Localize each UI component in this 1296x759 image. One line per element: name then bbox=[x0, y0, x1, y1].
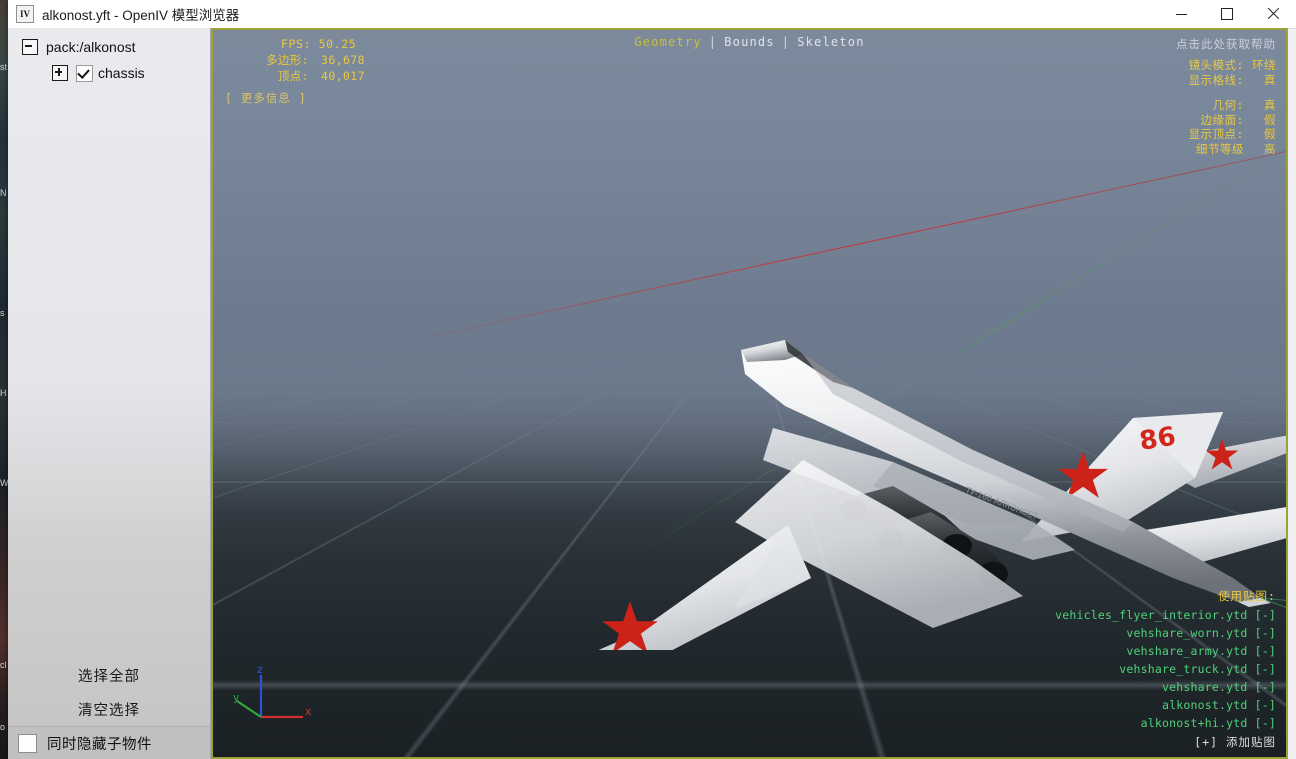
edge-faces-value: 假 bbox=[1264, 112, 1276, 127]
tab-bounds[interactable]: Bounds bbox=[724, 35, 775, 49]
close-icon bbox=[1267, 8, 1279, 20]
openiv-app-icon: IV bbox=[16, 5, 34, 23]
collapse-minus-icon[interactable] bbox=[22, 39, 38, 55]
texture-list-overlay[interactable]: 使用贴图: vehicles_flyer_interior.ytd [-] ve… bbox=[1055, 587, 1276, 751]
camera-mode-label: 镜头模式: bbox=[1188, 58, 1244, 72]
tab-skeleton[interactable]: Skeleton bbox=[797, 35, 864, 49]
tab-geometry[interactable]: Geometry bbox=[634, 35, 701, 49]
show-grid-value: 真 bbox=[1264, 72, 1276, 87]
hide-children-row[interactable]: 同时隐藏子物件 bbox=[8, 726, 210, 759]
geometry-value: 真 bbox=[1264, 98, 1276, 112]
window-controls bbox=[1158, 0, 1296, 28]
geometry-label: 几何: bbox=[1212, 98, 1244, 112]
texture-list-title: 使用贴图: bbox=[1218, 589, 1276, 603]
polygon-label: 多边形: bbox=[265, 53, 309, 67]
camera-mode-value: 环绕 bbox=[1252, 58, 1276, 72]
texture-item[interactable]: alkonost+hi.ytd [-] bbox=[1055, 714, 1276, 732]
texture-item[interactable]: vehshare_army.ytd [-] bbox=[1055, 642, 1276, 660]
object-tree-panel: pack:/alkonost chassis 选择全部 清空选择 同时隐藏子物件 bbox=[8, 28, 211, 759]
geometry-row[interactable]: 几何: 真 bbox=[1189, 98, 1276, 113]
hide-children-label: 同时隐藏子物件 bbox=[47, 736, 152, 753]
minimize-icon bbox=[1175, 13, 1187, 15]
texture-item[interactable]: vehshare_worn.ytd [-] bbox=[1055, 624, 1276, 642]
tail-number: 86 bbox=[1137, 422, 1177, 457]
expand-plus-icon[interactable] bbox=[52, 65, 68, 81]
texture-item[interactable]: vehshare_truck.ytd [-] bbox=[1055, 660, 1276, 678]
texture-item[interactable]: alkonost.ytd [-] bbox=[1055, 696, 1276, 714]
texture-item[interactable]: vehshare.ytd [-] bbox=[1055, 678, 1276, 696]
geometry-settings-group: 几何: 真 边缘面: 假 显示顶点: 假 细节等级 高 bbox=[1189, 98, 1276, 156]
maximize-button[interactable] bbox=[1204, 0, 1250, 28]
add-texture-button[interactable]: [+] 添加贴图 bbox=[1055, 733, 1276, 751]
render-settings-overlay[interactable]: 镜头模式: 环绕 显示格线: 真 几何: 真 边缘面: 假 显示顶点: 假 细节等级 高 bbox=[1189, 58, 1276, 156]
tab-separator: | bbox=[781, 35, 791, 49]
vertex-label: 顶点: bbox=[277, 69, 309, 83]
viewport-stats-overlay[interactable]: FPS: 50.25 多边形: 36,678 顶点: 40,017 [ 更多信息 ] bbox=[225, 36, 375, 106]
close-button[interactable] bbox=[1250, 0, 1296, 28]
help-hint-link[interactable]: 点击此处获取帮助 bbox=[1176, 36, 1276, 52]
show-vertices-row[interactable]: 显示顶点: 假 bbox=[1189, 127, 1276, 142]
edge-faces-label: 边缘面: bbox=[1200, 112, 1244, 127]
hide-children-checkbox[interactable] bbox=[18, 733, 37, 753]
clear-selection-button[interactable]: 清空选择 bbox=[8, 692, 210, 726]
polygon-count-row: 多边形: 36,678 bbox=[225, 52, 375, 68]
vertex-value: 40,017 bbox=[321, 69, 365, 83]
show-vertices-label: 显示顶点: bbox=[1188, 127, 1244, 141]
fps-readout: FPS: 50.25 bbox=[225, 36, 375, 52]
x-axis-line bbox=[431, 109, 1286, 338]
select-all-button[interactable]: 选择全部 bbox=[8, 658, 210, 692]
vertex-count-row: 顶点: 40,017 bbox=[225, 68, 375, 84]
fps-value: 50.25 bbox=[318, 37, 357, 51]
title-bar[interactable]: IV alkonost.yft - OpenIV 模型浏览器 bbox=[8, 0, 1296, 29]
viewport-mode-tabs[interactable]: Geometry | Bounds | Skeleton bbox=[634, 35, 864, 49]
lod-value: 高 bbox=[1264, 141, 1276, 156]
minimize-button[interactable] bbox=[1158, 0, 1204, 28]
maximize-icon bbox=[1221, 8, 1233, 20]
camera-settings-group: 镜头模式: 环绕 显示格线: 真 bbox=[1189, 58, 1276, 87]
tree-item-pack-alkonost[interactable]: pack:/alkonost bbox=[8, 34, 210, 60]
polygon-value: 36,678 bbox=[321, 53, 365, 67]
show-grid-row[interactable]: 显示格线: 真 bbox=[1189, 73, 1276, 88]
tree-item-label: chassis bbox=[98, 65, 145, 81]
chassis-visibility-checkbox[interactable] bbox=[76, 64, 93, 82]
show-grid-label: 显示格线: bbox=[1188, 72, 1244, 87]
camera-mode-row[interactable]: 镜头模式: 环绕 bbox=[1189, 58, 1276, 73]
panel-actions: 选择全部 清空选择 bbox=[8, 658, 210, 726]
openiv-model-viewer-window: IV alkonost.yft - OpenIV 模型浏览器 pack:/alk… bbox=[8, 0, 1296, 759]
object-tree: pack:/alkonost chassis bbox=[8, 34, 210, 86]
tab-separator: | bbox=[708, 35, 718, 49]
show-vertices-value: 假 bbox=[1264, 127, 1276, 141]
settings-spacer bbox=[1189, 87, 1276, 98]
lod-row[interactable]: 细节等级 高 bbox=[1189, 142, 1276, 157]
tree-item-chassis[interactable]: chassis bbox=[8, 60, 210, 86]
texture-item[interactable]: vehicles_flyer_interior.ytd [-] bbox=[1055, 606, 1276, 624]
window-title: alkonost.yft - OpenIV 模型浏览器 bbox=[42, 8, 240, 23]
edge-faces-row[interactable]: 边缘面: 假 bbox=[1189, 113, 1276, 128]
tree-item-label: pack:/alkonost bbox=[46, 39, 136, 55]
fps-label: FPS: bbox=[281, 37, 312, 51]
more-info-button[interactable]: [ 更多信息 ] bbox=[225, 90, 375, 106]
lod-label: 细节等级 bbox=[1196, 141, 1244, 156]
model-viewport[interactable]: 86 ТУ-160 АЛКОНОСТ FPS: 50.25 多边形: 36,67… bbox=[211, 28, 1288, 759]
